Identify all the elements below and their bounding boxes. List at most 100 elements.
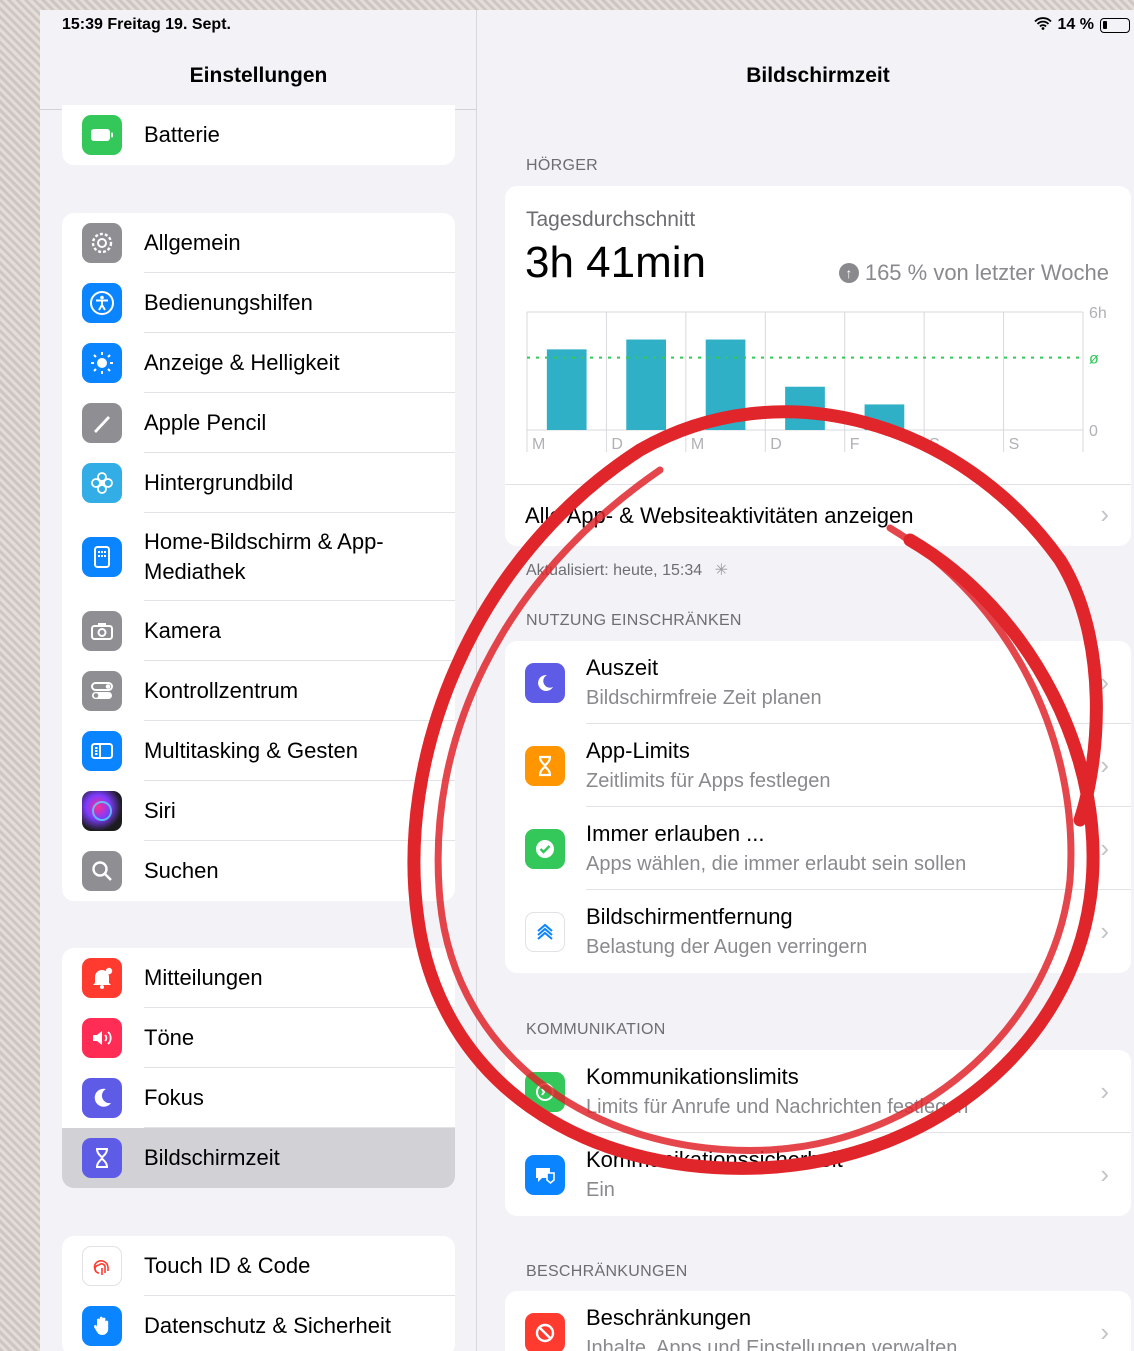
- toggles-icon: [82, 671, 122, 711]
- usage-bar: [546, 349, 587, 430]
- moon-icon: [82, 1078, 122, 1118]
- sidebar-item-home-screen[interactable]: Home-Bildschirm & App-Mediathek: [62, 513, 455, 601]
- x-tick-label: S: [1009, 436, 1020, 453]
- restrictions-subtitle: Inhalte, Apps und Einstellungen verwalte…: [586, 1337, 958, 1351]
- sidebar-item-multitasking[interactable]: Multitasking & Gesten: [62, 721, 455, 781]
- sidebar-item-label: Töne: [144, 1025, 195, 1050]
- fingerprint-icon: [82, 1246, 122, 1286]
- usage-bar: [785, 386, 825, 430]
- usage-bar: [705, 339, 746, 430]
- hourglass-icon: [82, 1138, 122, 1178]
- limit-section-header: NUTZUNG EINSCHRÄNKEN: [526, 612, 742, 629]
- sidebar-item-control-center[interactable]: Kontrollzentrum: [62, 661, 455, 721]
- communication-section-header: KOMMUNIKATION: [526, 1021, 666, 1038]
- sidebar-item-touch-id[interactable]: Touch ID & Code: [62, 1236, 455, 1296]
- communication-safety-title: Kommunikationssicherheit: [586, 1147, 843, 1172]
- sidebar-item-privacy[interactable]: Datenschutz & Sicherheit: [62, 1296, 455, 1351]
- y-tick-label: ø: [1089, 351, 1099, 368]
- restrictions-card: Beschränkungen Inhalte, Apps und Einstel…: [505, 1291, 1131, 1351]
- screen-distance-row[interactable]: Bildschirmentfernung Belastung der Augen…: [505, 890, 1131, 973]
- gear-icon: [82, 223, 122, 263]
- sidebar-item-siri[interactable]: Siri: [62, 781, 455, 841]
- app-limits-row[interactable]: App-Limits Zeitlimits für Apps festlegen…: [505, 724, 1131, 807]
- x-tick-label: M: [691, 436, 704, 453]
- chevron-right-icon: ›: [1100, 833, 1109, 863]
- sidebar-item-general[interactable]: Allgemein: [62, 213, 455, 273]
- usage-card: Tagesdurchschnitt 3h 41min ↑ 165 % von l…: [505, 186, 1131, 546]
- sidebar-item-label: Bedienungshilfen: [144, 290, 313, 315]
- downtime-icon: [525, 663, 565, 703]
- device-section-header: HÖRGER: [526, 157, 599, 174]
- status-time-date: 15:39 Freitag 19. Sept.: [62, 16, 231, 33]
- chevron-right-icon: ›: [1100, 667, 1109, 697]
- x-tick-label: M: [532, 436, 545, 453]
- chevron-right-icon: ›: [1100, 1076, 1109, 1106]
- photo-border-left: [0, 0, 40, 1351]
- x-tick-label: F: [850, 436, 860, 453]
- sidebar-item-label: Multitasking & Gesten: [144, 738, 358, 763]
- notification-icon: [82, 958, 122, 998]
- sidebar-item-label: Mitteilungen: [144, 965, 263, 990]
- sidebar-item-screen-time[interactable]: Bildschirmzeit: [62, 1128, 455, 1188]
- sidebar-item-camera[interactable]: Kamera: [62, 601, 455, 661]
- sidebar-item-focus[interactable]: Fokus: [62, 1068, 455, 1128]
- sidebar-item-battery[interactable]: Batterie: [62, 105, 455, 165]
- daily-average-label: Tagesdurchschnitt: [526, 208, 696, 231]
- wifi-icon: [1033, 17, 1052, 33]
- sidebar-item-label: Kamera: [144, 618, 222, 643]
- chevrons-up-icon: [525, 912, 565, 952]
- chevron-right-icon: ›: [1100, 750, 1109, 780]
- all-activity-link[interactable]: Alle App- & Websiteaktivitäten anzeigen …: [505, 484, 1131, 546]
- camera-icon: [82, 611, 122, 651]
- sidebar-group-privacy: Touch ID & Code Datenschutz & Sicherheit: [62, 1236, 455, 1351]
- all-activity-label: Alle App- & Websiteaktivitäten anzeigen: [525, 503, 914, 528]
- sidebar-item-search[interactable]: Suchen: [62, 841, 455, 901]
- sidebar-item-label: Hintergrundbild: [144, 470, 294, 495]
- accessibility-icon: [82, 283, 122, 323]
- pencil-icon: [82, 403, 122, 443]
- sidebar-group-general: Allgemein Bedienungshilfen Anzeige & Hel…: [62, 213, 455, 901]
- communication-limits-subtitle: Limits für Anrufe und Nachrichten festle…: [586, 1096, 969, 1118]
- restrictions-row[interactable]: Beschränkungen Inhalte, Apps und Einstel…: [505, 1291, 1131, 1351]
- status-indicators: 14 %: [1033, 16, 1130, 34]
- sidebar-item-label: Batterie: [144, 122, 220, 147]
- multitasking-icon: [82, 731, 122, 771]
- daily-average-value: 3h 41min: [525, 238, 707, 287]
- sidebar-item-apple-pencil[interactable]: Apple Pencil: [62, 393, 455, 453]
- sidebar-item-notifications[interactable]: Mitteilungen: [62, 948, 455, 1008]
- usage-bar-chart[interactable]: 6h ø 0 M D M D F S S: [505, 304, 1131, 464]
- sidebar-item-wallpaper[interactable]: Hintergrundbild: [62, 453, 455, 513]
- battery-percentage: 14 %: [1057, 16, 1094, 33]
- always-allowed-row[interactable]: Immer erlauben ... Apps wählen, die imme…: [505, 807, 1131, 890]
- screen-distance-title: Bildschirmentfernung: [586, 904, 793, 929]
- screen-distance-subtitle: Belastung der Augen verringern: [586, 936, 868, 958]
- battery-level-icon: [1100, 17, 1130, 33]
- speaker-icon: [82, 1018, 122, 1058]
- search-icon: [82, 851, 122, 891]
- sidebar-item-label: Siri: [144, 798, 176, 823]
- sidebar-item-sounds[interactable]: Töne: [62, 1008, 455, 1068]
- checkmark-badge-icon: [525, 829, 565, 869]
- sidebar-item-display[interactable]: Anzeige & Helligkeit: [62, 333, 455, 393]
- updated-info: Aktualisiert: heute, 15:34 ✳: [526, 560, 728, 580]
- chevron-right-icon: ›: [1100, 1159, 1109, 1189]
- downtime-row[interactable]: Auszeit Bildschirmfreie Zeit planen ›: [505, 641, 1131, 724]
- sidebar-title: Einstellungen: [189, 64, 328, 87]
- communication-safety-status: Ein: [586, 1179, 615, 1201]
- flower-icon: [82, 463, 122, 503]
- communication-safety-row[interactable]: Kommunikationssicherheit Ein ›: [505, 1133, 1131, 1216]
- communication-limits-row[interactable]: Kommunikationslimits Limits für Anrufe u…: [505, 1050, 1131, 1133]
- usage-change: ↑ 165 % von letzter Woche: [838, 260, 1109, 286]
- photo-border-top: [0, 0, 1134, 10]
- sidebar-item-label: Kontrollzentrum: [144, 678, 299, 703]
- hand-icon: [82, 1306, 122, 1346]
- sidebar-item-accessibility[interactable]: Bedienungshilfen: [62, 273, 455, 333]
- downtime-title: Auszeit: [586, 655, 659, 680]
- hourglass-icon: [525, 746, 565, 786]
- sun-icon: [82, 343, 122, 383]
- battery-icon: [82, 115, 122, 155]
- page-title: Bildschirmzeit: [746, 64, 890, 87]
- y-tick-label: 6h: [1089, 305, 1107, 322]
- downtime-subtitle: Bildschirmfreie Zeit planen: [586, 687, 822, 709]
- screen-time-detail: 14 % Bildschirmzeit HÖRGER Tagesdurchsch…: [478, 10, 1134, 1351]
